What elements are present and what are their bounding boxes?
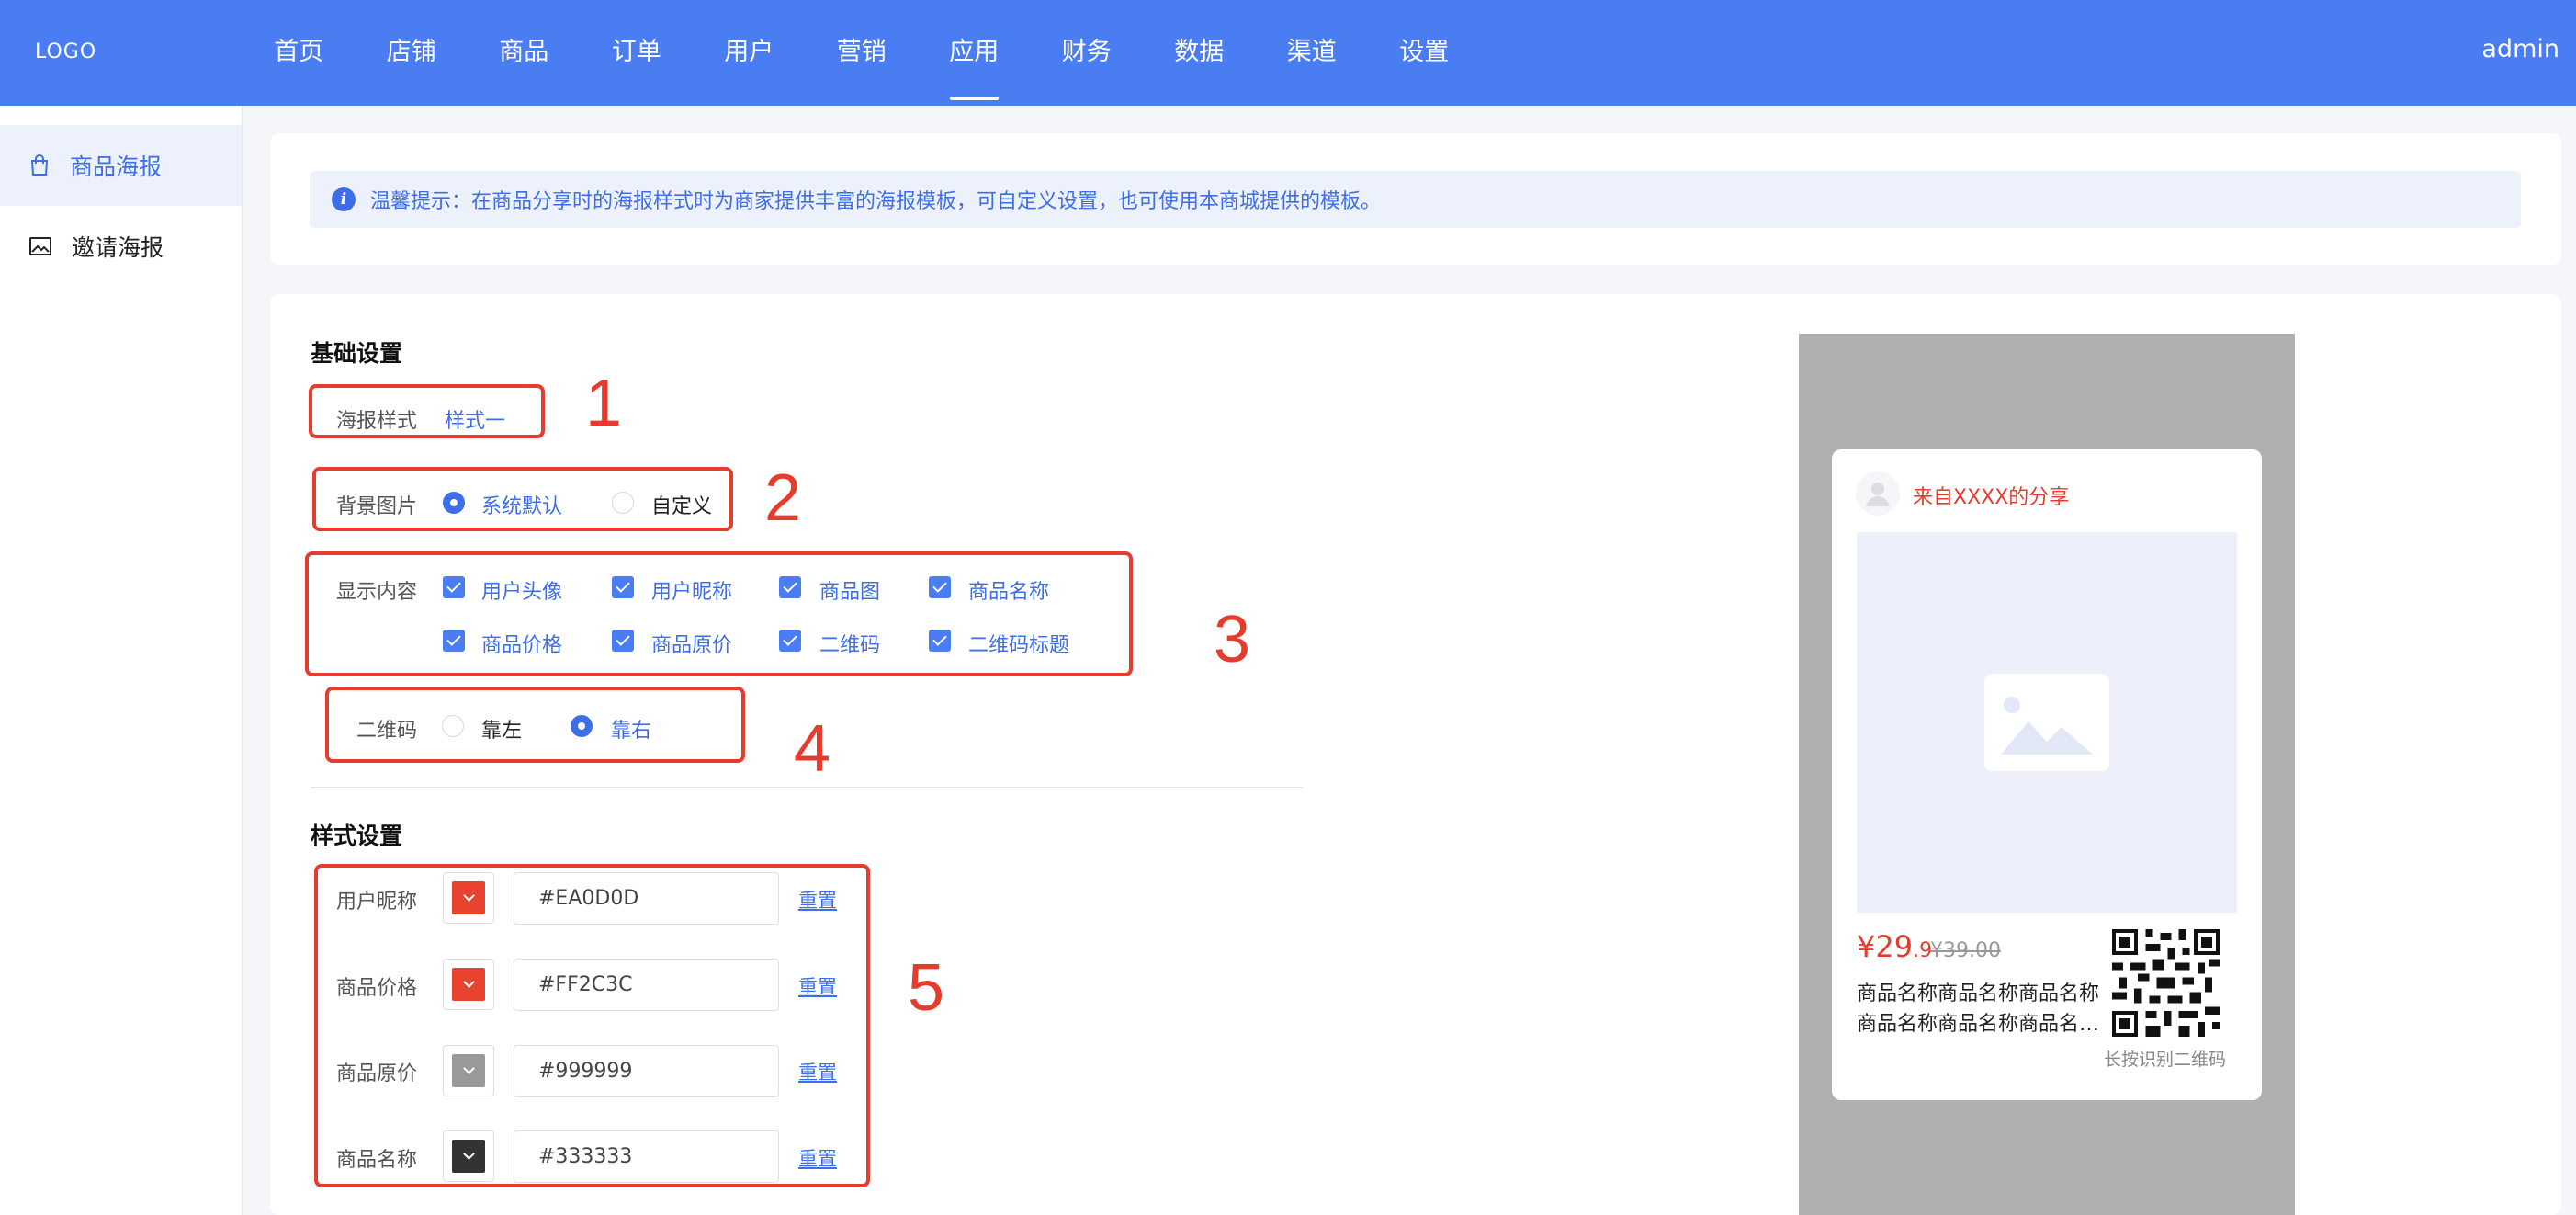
share-from-text: 来自XXXX的分享: [1913, 486, 2070, 509]
main-nav: 首页 店铺 商品 订单 用户 营销 应用 财务 数据 渠道 设置: [243, 0, 1481, 106]
image-placeholder-icon: [1984, 674, 2109, 771]
tip-text: 温馨提示：在商品分享时的海报样式时为商家提供丰富的海报模板，可自定义设置，也可使…: [370, 190, 1382, 213]
nav-item-shop[interactable]: 店铺: [356, 0, 469, 106]
product-name-line: 商品名称商品名称商品名称商品名称: [1857, 1013, 2103, 1036]
top-navbar: LOGO 首页 店铺 商品 订单 用户 营销 应用 财务 数据 渠道 设置 ad…: [0, 0, 2576, 106]
nav-item-settings[interactable]: 设置: [1368, 0, 1481, 106]
sidebar-item-label: 邀请海报: [72, 234, 164, 261]
basic-settings-title: 基础设置: [311, 340, 403, 367]
tip-panel: i 温馨提示：在商品分享时的海报样式时为商家提供丰富的海报模板，可自定义设置，也…: [270, 133, 2561, 265]
nav-item-orders[interactable]: 订单: [581, 0, 694, 106]
annotation-box-2: [312, 467, 733, 531]
nav-item-finance[interactable]: 财务: [1031, 0, 1144, 106]
product-name: 商品名称商品名称商品名称 商品名称商品名称商品名称商品名称: [1857, 979, 2103, 1039]
annotation-box-4: [325, 687, 745, 763]
user-menu[interactable]: admin: [2481, 35, 2559, 63]
annotation-number-5: 5: [908, 951, 945, 1025]
section-divider: [311, 787, 1303, 788]
nav-item-goods[interactable]: 商品: [468, 0, 581, 106]
price-decimal: .9: [1913, 939, 1933, 962]
sidebar: 商品海报 邀请海报: [0, 106, 243, 1215]
sidebar-item-invite-poster[interactable]: 邀请海报: [0, 206, 242, 287]
image-icon: [29, 237, 51, 255]
annotation-number-3: 3: [1214, 603, 1251, 676]
price-main: ¥29: [1857, 929, 1914, 964]
sidebar-item-label: 商品海报: [70, 153, 163, 180]
annotation-box-5: [314, 864, 870, 1187]
nav-item-data[interactable]: 数据: [1143, 0, 1256, 106]
shopping-bag-icon: [30, 154, 49, 176]
annotation-number-4: 4: [794, 712, 831, 786]
style-settings-title: 样式设置: [311, 823, 403, 849]
poster-card: 来自XXXX的分享 ¥29.9 ¥39.00 商品名称商品名称商品名称 商品名称…: [1832, 449, 2262, 1100]
info-icon: i: [332, 187, 356, 211]
qrcode-caption: 长按识别二维码: [2104, 1050, 2227, 1070]
product-image-placeholder: [1857, 532, 2237, 913]
annotation-box-3: [305, 551, 1133, 676]
nav-item-marketing[interactable]: 营销: [806, 0, 919, 106]
nav-item-channels[interactable]: 渠道: [1256, 0, 1369, 106]
annotation-number-2: 2: [764, 461, 802, 535]
nav-item-home[interactable]: 首页: [243, 0, 356, 106]
poster-preview: 来自XXXX的分享 ¥29.9 ¥39.00 商品名称商品名称商品名称 商品名称…: [1799, 334, 2295, 1215]
nav-item-users[interactable]: 用户: [693, 0, 806, 106]
sidebar-item-product-poster[interactable]: 商品海报: [0, 125, 242, 206]
annotation-box-1: [309, 384, 545, 438]
annotation-number-1: 1: [585, 367, 623, 440]
product-price: ¥29.9: [1857, 929, 1932, 964]
logo[interactable]: LOGO: [35, 40, 96, 63]
user-icon: [1866, 483, 1890, 506]
product-name-line: 商品名称商品名称商品名称: [1857, 982, 2100, 1005]
nav-item-apps[interactable]: 应用: [918, 0, 1031, 106]
original-price: ¥39.00: [1930, 939, 2001, 962]
tip-banner: i 温馨提示：在商品分享时的海报样式时为商家提供丰富的海报模板，可自定义设置，也…: [310, 171, 2521, 228]
qrcode-icon: [2112, 929, 2220, 1037]
avatar: [1856, 471, 1900, 516]
